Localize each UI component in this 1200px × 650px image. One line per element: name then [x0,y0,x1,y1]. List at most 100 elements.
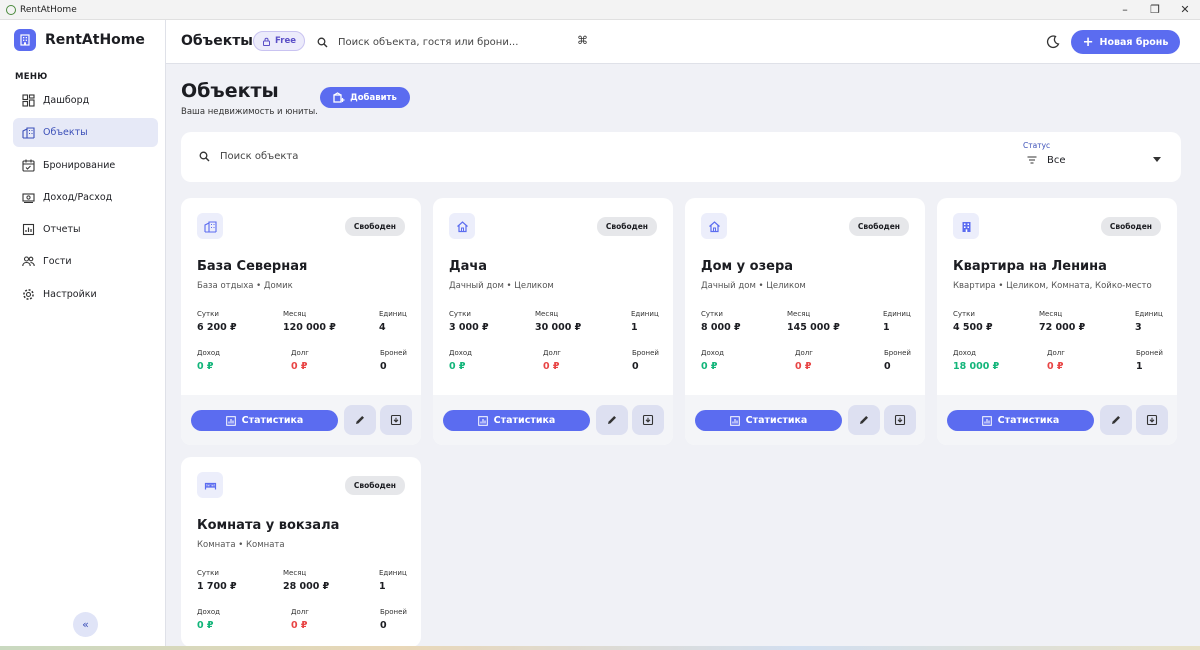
statistics-button[interactable]: Статистика [947,410,1094,431]
statistics-button[interactable]: Статистика [443,410,590,431]
stat-label: Долг [1047,349,1065,357]
archive-button[interactable] [380,405,412,435]
stat-day: Сутки 6 200 ₽ [197,310,237,333]
archive-button[interactable] [884,405,916,435]
window-titlebar: RentAtHome – ❐ ✕ [0,0,1200,20]
stat-label: Единиц [883,310,911,318]
pencil-icon [356,416,364,424]
stat-day: Сутки 4 500 ₽ [953,310,993,333]
card-actions: Статистика [181,395,421,445]
stat-value: 1 [631,322,638,333]
property-card[interactable]: Свободен База Северная База отдыха • Дом… [181,198,421,445]
minimize-icon[interactable]: – [1110,3,1140,16]
property-type: Дачный дом • Целиком [701,281,806,291]
house-icon [708,220,720,232]
global-search-placeholder: Поиск объекта, гостя или брони... [338,36,519,48]
plus-icon: + [1082,34,1094,50]
archive-box-icon [642,414,654,426]
card-actions: Статистика [433,395,673,445]
stat-value: 0 ₽ [197,620,214,631]
property-card[interactable]: Свободен Дача Дачный дом • Целиком Сутки… [433,198,673,445]
sidebar-item-bookings[interactable]: Бронирование [13,151,158,180]
plan-badge[interactable]: Free [253,31,305,51]
house-icon [456,220,468,232]
stat-label: Долг [291,608,309,616]
edit-button[interactable] [848,405,880,435]
theme-toggle-moon-icon[interactable] [1046,35,1060,49]
stat-value: 72 000 ₽ [1039,322,1086,333]
sidebar: RentAtHome МЕНЮ Дашборд Объекты Брониров… [0,20,166,646]
stat-income: Доход 0 ₽ [197,349,220,372]
edit-button[interactable] [344,405,376,435]
apartment-icon [962,221,970,232]
stat-bookings: Броней 1 [1136,349,1163,372]
stat-income: Доход 0 ₽ [701,349,724,372]
stat-value: 28 000 ₽ [283,581,330,592]
stat-month: Месяц 120 000 ₽ [283,310,336,333]
property-type-badge [197,213,223,239]
global-search-input[interactable]: Поиск объекта, гостя или брони... ⌘ [309,27,594,57]
stat-label: Месяц [283,310,307,318]
sidebar-item-objects[interactable]: Объекты [13,118,158,148]
property-type-badge [449,213,475,239]
statistics-button[interactable]: Статистика [695,410,842,431]
sidebar-item-settings[interactable]: Настройки [13,280,158,309]
stat-month: Месяц 30 000 ₽ [535,310,581,333]
menu-title: МЕНЮ [15,72,48,82]
edit-button[interactable] [1100,405,1132,435]
stat-value: 0 ₽ [291,620,308,631]
sidebar-item-label: Настройки [43,288,97,300]
plan-badge-label: Free [275,36,296,46]
archive-button[interactable] [632,405,664,435]
stat-value: 18 000 ₽ [953,361,1000,372]
collapse-sidebar-button[interactable]: « [73,612,98,637]
status-filter-select[interactable]: Все [1021,149,1169,171]
stat-units: Единиц 1 [883,310,911,333]
add-object-button[interactable]: Добавить [320,87,410,108]
property-type-badge [701,213,727,239]
pencil-icon [860,416,868,424]
sidebar-item-dashboard[interactable]: Дашборд [13,86,158,115]
chart-icon [729,415,740,426]
close-icon[interactable]: ✕ [1170,3,1200,16]
stat-value: 4 [379,322,386,333]
command-shortcut-icon: ⌘ [577,34,588,47]
property-type: Квартира • Целиком, Комната, Койко-место [953,281,1152,291]
brand[interactable]: RentAtHome [14,29,145,51]
status-filter-value: Все [1047,154,1066,166]
status-badge: Свободен [344,476,405,495]
pencil-icon [608,416,616,424]
stat-debt: Долг 0 ₽ [795,349,813,372]
sidebar-item-guests[interactable]: Гости [13,247,158,276]
property-card[interactable]: Свободен Комната у вокзала Комната • Ком… [181,457,421,647]
add-home-icon [333,92,345,103]
stat-debt: Долг 0 ₽ [543,349,561,372]
statistics-button[interactable]: Статистика [191,410,338,431]
maximize-icon[interactable]: ❐ [1140,3,1170,16]
stat-day: Сутки 3 000 ₽ [449,310,489,333]
property-card[interactable]: Свободен Дом у озера Дачный дом • Целико… [685,198,925,445]
stat-bookings: Броней 0 [380,349,407,372]
stat-label: Месяц [535,310,559,318]
object-search-input[interactable]: Поиск объекта [199,151,298,162]
statistics-label: Статистика [745,415,808,426]
property-type: База отдыха • Домик [197,281,293,291]
stat-label: Броней [380,608,407,616]
sidebar-item-reports[interactable]: Отчеты [13,215,158,244]
stat-value: 0 ₽ [543,361,560,372]
archive-button[interactable] [1136,405,1168,435]
new-booking-button[interactable]: + Новая бронь [1071,30,1180,54]
header-title: Объекты [181,33,253,49]
bed-icon [204,482,216,489]
brand-name: RentAtHome [45,32,145,48]
stat-label: Доход [197,608,221,616]
property-card[interactable]: Свободен Квартира на Ленина Квартира • Ц… [937,198,1177,445]
sidebar-item-finance[interactable]: Доход/Расход [13,183,158,212]
chart-icon [225,415,236,426]
edit-button[interactable] [596,405,628,435]
search-icon [199,151,210,162]
property-type-badge [953,213,979,239]
stat-value: 8 000 ₽ [701,322,741,333]
stat-label: Броней [884,349,911,357]
stat-label: Долг [795,349,813,357]
